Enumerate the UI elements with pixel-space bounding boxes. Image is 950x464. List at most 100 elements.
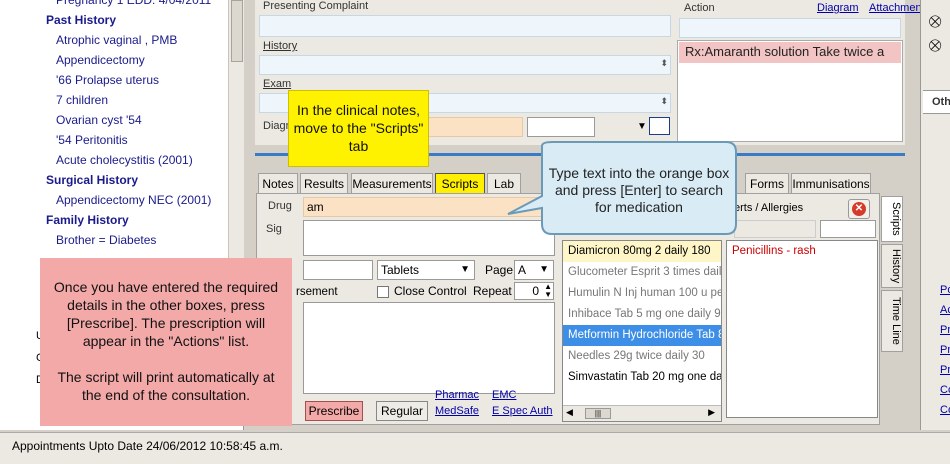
repeat-stepper[interactable]: 0 ▲ ▼ — [514, 282, 554, 300]
tree-item[interactable]: Appendicectomy NEC (2001) — [0, 190, 211, 210]
drug-label: Drug — [268, 200, 292, 212]
diagram-link[interactable]: Diagram — [817, 2, 859, 14]
tree-item-pregnancy[interactable]: Pregnancy 1 EDD: 4/04/2011 — [0, 0, 211, 10]
alert-filter-field[interactable] — [820, 220, 876, 238]
checkbox-box[interactable] — [377, 285, 389, 298]
history-field[interactable]: ⬍ — [259, 55, 671, 75]
tree-item[interactable]: 7 children — [0, 90, 108, 110]
callout-paragraph: Once you have entered the required detai… — [53, 279, 279, 349]
tree-item[interactable]: Ovarian cyst '54 — [0, 110, 142, 130]
diagnosis-button[interactable] — [649, 117, 670, 135]
side-link[interactable]: Pr — [940, 344, 950, 356]
patient-summary-tree: Pregnancy 1 EDD: 4/04/2011 Past History … — [0, 0, 244, 300]
family-history-header: Family History — [46, 213, 129, 227]
medication-item[interactable]: Glucometer Esprit 3 times daily — [563, 262, 721, 283]
pharmac-link[interactable]: Pharmac — [435, 389, 479, 401]
page-label: Page — [485, 263, 514, 277]
other-section-label: Oth — [923, 90, 950, 114]
tree-item[interactable]: Acute cholecystitis (2001) — [0, 150, 193, 170]
tree-item[interactable]: Atrophic vaginal , PMB — [0, 30, 177, 50]
exam-label: Exam — [263, 78, 292, 90]
side-tab-history[interactable]: History — [881, 244, 903, 288]
diagnosis-field[interactable] — [427, 117, 523, 137]
side-tab-scripts[interactable]: Scripts — [881, 196, 903, 242]
alert-spacer — [734, 220, 816, 238]
side-link[interactable]: Pr — [940, 324, 950, 336]
sig-label: Sig — [266, 223, 282, 235]
dropdown-arrow-icon[interactable]: ▼ — [637, 121, 647, 132]
spin-arrows-icon[interactable]: ⬍ — [660, 96, 668, 107]
action-input[interactable] — [679, 18, 901, 38]
tutorial-callout-search: Type text into the orange box and press … — [548, 165, 730, 215]
page-select-value: A — [518, 263, 527, 277]
allergy-item[interactable]: Penicillins - rash — [732, 245, 816, 257]
side-link[interactable]: Ac — [940, 304, 950, 316]
actions-list[interactable]: Rx:Amaranth solution Take twice a — [677, 40, 903, 142]
diagnosis-code-field[interactable] — [527, 117, 595, 137]
repeat-label: Repeat — [473, 284, 512, 298]
tree-item[interactable]: Appendicectomy — [0, 50, 145, 70]
side-link[interactable]: Co — [940, 384, 950, 396]
quantity-field[interactable] — [303, 260, 373, 280]
close-control-checkbox[interactable]: Close Control — [377, 284, 467, 298]
medication-item[interactable]: Simvastatin Tab 20 mg one dail — [563, 367, 721, 388]
past-history-header: Past History — [46, 13, 117, 27]
medication-item[interactable]: Needles 29g twice daily 30 — [563, 346, 721, 367]
form-select[interactable]: Tablets ▼ — [377, 260, 475, 280]
medication-item[interactable]: Humulin N Inj human 100 u per — [563, 283, 721, 304]
side-link[interactable]: Pr — [940, 364, 950, 376]
right-side-panel: ⛒ ⛒ Oth Po Ac Pr Pr Pr Co Co — [920, 0, 950, 430]
side-link[interactable]: Po — [940, 284, 950, 296]
presenting-complaint-field[interactable] — [259, 15, 671, 37]
medication-item-selected[interactable]: Metformin Hydrochloride Tab 8 — [563, 325, 721, 346]
tab-forms[interactable]: Forms — [745, 173, 789, 194]
horizontal-scrollbar[interactable]: ◀ ||| ▶ — [563, 405, 721, 421]
status-bar: Appointments Upto Date 24/06/2012 10:58:… — [0, 432, 950, 464]
tutorial-callout-prescribe: Once you have entered the required detai… — [40, 258, 292, 426]
history-label: History — [263, 40, 298, 52]
endorsement-field[interactable] — [303, 302, 555, 394]
stepper-arrows-icon[interactable]: ▲ ▼ — [544, 283, 552, 299]
alerts-list[interactable]: Penicillins - rash — [726, 240, 878, 418]
emc-link[interactable]: EMC — [492, 389, 516, 401]
chevron-down-icon[interactable]: ▼ — [460, 261, 470, 279]
scrollbar-thumb[interactable] — [231, 0, 243, 62]
medsafe-link[interactable]: MedSafe — [435, 405, 479, 417]
presenting-complaint-label: Presenting Complaint — [263, 0, 369, 12]
endorsement-label: rsement — [296, 286, 338, 298]
tree-item[interactable]: Brother = Diabetes — [0, 230, 156, 250]
tab-results[interactable]: Results — [300, 173, 348, 194]
action-label: Action — [684, 2, 715, 14]
scrollbar-thumb[interactable]: ||| — [585, 408, 611, 419]
chevron-down-icon[interactable]: ▼ — [539, 261, 549, 279]
form-select-value: Tablets — [381, 263, 420, 277]
scroll-left-icon[interactable]: ◀ — [566, 407, 573, 418]
alert-icon[interactable]: ⛒ — [929, 14, 941, 29]
tree-scrollbar[interactable] — [228, 0, 244, 300]
tab-notes[interactable]: Notes — [258, 173, 298, 194]
tree-item[interactable]: '54 Peritonitis — [0, 130, 128, 150]
medication-item[interactable]: Inhibace Tab 5 mg one daily 90 — [563, 304, 721, 325]
repeat-value: 0 — [532, 284, 539, 298]
tab-measurements[interactable]: Measurements — [351, 173, 433, 194]
surgical-history-header: Surgical History — [46, 173, 139, 187]
side-link[interactable]: Co — [940, 404, 950, 416]
close-control-label: Close Control — [394, 284, 467, 298]
side-tab-timeline[interactable]: Time Line — [881, 290, 903, 352]
espec-auth-link[interactable]: E Spec Auth — [492, 405, 553, 417]
alert-icon[interactable]: ⛒ — [929, 38, 941, 53]
close-icon[interactable]: ✕ — [852, 202, 866, 216]
attachment-link[interactable]: Attachment — [869, 2, 925, 14]
tab-scripts[interactable]: Scripts — [435, 173, 485, 194]
page-select[interactable]: A ▼ — [514, 260, 554, 280]
prescribe-button[interactable]: Prescribe — [305, 401, 363, 421]
action-item[interactable]: Rx:Amaranth solution Take twice a — [679, 42, 901, 63]
tab-immunisations[interactable]: Immunisations — [791, 173, 871, 194]
close-alerts-button[interactable]: ✕ — [848, 199, 870, 219]
tree-item[interactable]: '66 Prolapse uterus — [0, 70, 159, 90]
medication-list[interactable]: Diamicron 80mg 2 daily 180 Glucometer Es… — [562, 240, 722, 422]
spin-arrows-icon[interactable]: ⬍ — [660, 58, 668, 69]
tutorial-callout-scripts-tab: In the clinical notes, move to the "Scri… — [288, 90, 429, 167]
scroll-right-icon[interactable]: ▶ — [708, 407, 715, 418]
regular-button[interactable]: Regular — [376, 401, 428, 421]
